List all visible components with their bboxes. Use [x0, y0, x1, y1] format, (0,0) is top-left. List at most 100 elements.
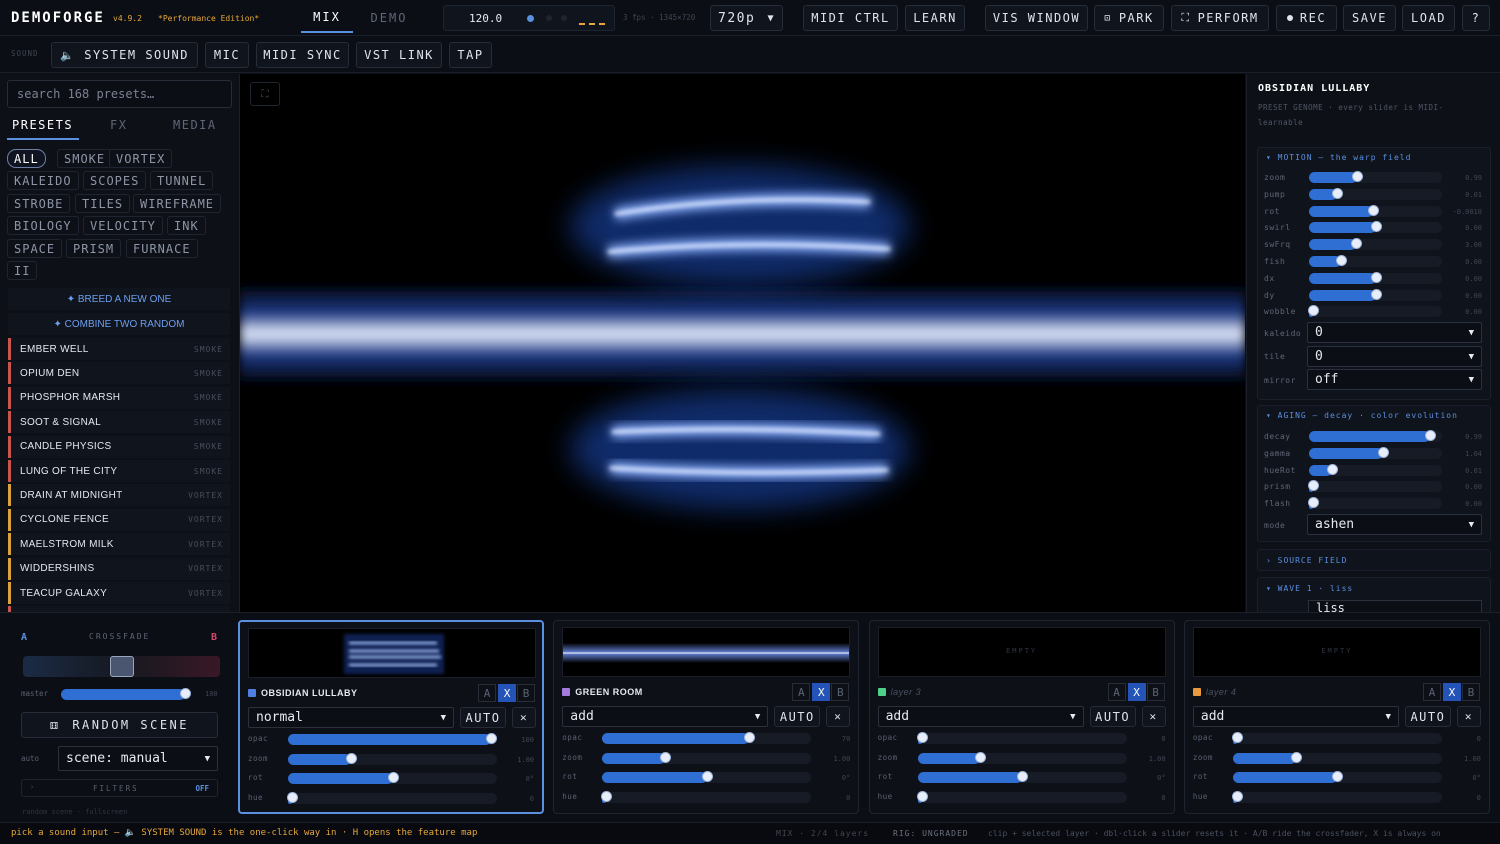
slider-knob[interactable]	[1370, 221, 1382, 233]
blend-select[interactable]: add ▼	[877, 706, 1084, 727]
tile-select[interactable]: 0 ▼	[1307, 346, 1482, 367]
genome-slider[interactable]	[1309, 187, 1442, 200]
perform-button[interactable]: ⛶ PERFORM	[1171, 5, 1269, 31]
tab-demo[interactable]: DEMO	[362, 3, 416, 33]
layer-seg-b-button[interactable]: B	[517, 684, 535, 702]
layer-hue-slider[interactable]	[287, 792, 497, 805]
layer-rot-slider[interactable]	[602, 771, 812, 784]
slider-knob[interactable]	[916, 732, 928, 743]
slider-knob[interactable]	[1331, 187, 1343, 199]
tab-mix[interactable]: MIX	[301, 3, 353, 33]
layer-hue-slider[interactable]	[601, 791, 812, 804]
chip-kaleido[interactable]: KALEIDO	[7, 171, 79, 190]
layer-preview[interactable]: EMPTY	[877, 627, 1166, 677]
crossfader-handle[interactable]	[109, 656, 134, 677]
chip-vortex[interactable]: VORTEX	[109, 149, 173, 168]
search-input[interactable]: search 168 presets…	[7, 80, 232, 108]
layer-card[interactable]: EMPTY layer 3 A X Badd ▼ AUTO ✕ opac 0 zoom 1.00 rot…	[868, 620, 1175, 814]
layer-seg-b-button[interactable]: B	[831, 683, 850, 701]
slider-knob[interactable]	[1232, 791, 1244, 803]
slider-knob[interactable]	[1307, 305, 1319, 317]
preset-item[interactable]: PHOSPHOR MARSH SMOKE	[8, 386, 230, 409]
random-scene-button[interactable]: ⚅ RANDOM SCENE	[21, 712, 218, 738]
close-icon[interactable]: ✕	[1141, 706, 1166, 727]
slider-knob[interactable]	[1326, 463, 1338, 475]
crossfader[interactable]	[23, 656, 220, 677]
layer-seg-b-button[interactable]: B	[1146, 683, 1165, 701]
chip-ii[interactable]: II	[7, 261, 38, 280]
blend-select[interactable]: add ▼	[562, 706, 769, 727]
chip-biology[interactable]: BIOLOGY	[7, 216, 79, 235]
park-button[interactable]: ⊡ PARK	[1094, 5, 1164, 31]
slider-knob[interactable]	[1351, 171, 1363, 182]
genome-slider[interactable]	[1307, 305, 1442, 318]
genome-slider[interactable]	[1309, 204, 1442, 217]
slider-knob[interactable]	[1307, 497, 1319, 509]
layer-seg-a-button[interactable]: A	[1107, 683, 1126, 701]
slider-knob[interactable]	[1370, 271, 1382, 283]
layer-opac-slider[interactable]	[288, 733, 497, 745]
slider-knob[interactable]	[1367, 204, 1379, 216]
layer-zoom-slider[interactable]	[1232, 751, 1442, 764]
motion-header[interactable]: ▾ MOTION — the warp field	[1266, 153, 1411, 162]
system-sound-button[interactable]: 🔈 SYSTEM SOUND	[51, 42, 198, 68]
preset-item[interactable]: CYCLONE FENCE VORTEX	[8, 508, 230, 531]
slider-knob[interactable]	[1350, 238, 1362, 250]
mirror-select[interactable]: off ▼	[1307, 369, 1482, 390]
genome-slider[interactable]	[1309, 288, 1442, 301]
layer-card[interactable]: EMPTY layer 4 A X Badd ▼ AUTO ✕ opac 0 zoom 1.00 rot…	[1183, 620, 1490, 814]
tab-media[interactable]: MEDIA	[173, 118, 217, 132]
preset-item[interactable]: LUNG OF THE CITY SMOKE	[8, 460, 230, 482]
preset-item[interactable]: TEACUP GALAXY VORTEX	[8, 582, 230, 604]
aging-header[interactable]: ▾ AGING — decay · color evolution	[1266, 411, 1458, 420]
preset-item[interactable]: WIDDERSHINS VORTEX	[8, 557, 230, 580]
load-button[interactable]: LOAD	[1402, 5, 1455, 31]
combine-button[interactable]: ✦ COMBINE TWO RANDOM	[8, 313, 230, 335]
layer-hue-slider[interactable]	[916, 791, 1127, 804]
blend-select[interactable]: normal ▼	[248, 707, 454, 728]
blend-select[interactable]: add ▼	[1192, 706, 1399, 727]
genome-slider[interactable]	[1309, 255, 1442, 267]
slider-knob[interactable]	[1290, 751, 1302, 763]
slider-knob[interactable]	[1017, 771, 1029, 783]
preset-item[interactable]: OPIUM DEN SMOKE	[8, 362, 230, 385]
save-button[interactable]: SAVE	[1343, 5, 1396, 31]
chip-tunnel[interactable]: TUNNEL	[150, 171, 214, 190]
midi-sync-button[interactable]: MIDI SYNC	[256, 42, 349, 68]
layer-opac-slider[interactable]	[916, 732, 1127, 744]
slider-knob[interactable]	[601, 791, 613, 803]
layer-rot-slider[interactable]	[288, 772, 497, 785]
preset-item[interactable]: DRAIN AT MIDNIGHT VORTEX	[8, 484, 230, 507]
master-knob[interactable]	[179, 688, 191, 699]
tab-fx[interactable]: FX	[110, 118, 127, 132]
slider-knob[interactable]	[1332, 771, 1344, 783]
tap-button[interactable]: TAP	[449, 42, 492, 68]
chip-tiles[interactable]: TILES	[75, 194, 131, 213]
layer-rot-slider[interactable]	[1232, 771, 1442, 784]
midi-ctrl-button[interactable]: MIDI CTRL	[803, 5, 898, 31]
layer-seg-x-button[interactable]: X	[1127, 683, 1146, 701]
layer-hue-slider[interactable]	[1232, 791, 1442, 804]
chip-space[interactable]: SPACE	[7, 239, 63, 258]
mic-button[interactable]: MIC	[205, 42, 249, 68]
layer-card[interactable]: OBSIDIAN LULLABY A X Bnormal ▼ AUTO ✕ opac 100 zo…	[238, 620, 544, 814]
slider-knob[interactable]	[485, 733, 497, 744]
auto-button[interactable]: AUTO	[1404, 706, 1451, 727]
layer-zoom-slider[interactable]	[917, 751, 1127, 764]
slider-knob[interactable]	[1335, 255, 1347, 266]
wave-type-select[interactable]: liss	[1308, 600, 1482, 612]
slider-knob[interactable]	[701, 771, 713, 783]
chip-furnace[interactable]: FURNACE	[126, 239, 198, 258]
layer-seg-x-button[interactable]: X	[812, 683, 831, 701]
chip-prism[interactable]: PRISM	[66, 239, 122, 258]
layer-opac-slider[interactable]	[602, 732, 812, 744]
slider-knob[interactable]	[975, 751, 987, 763]
expand-icon[interactable]: ⛶	[250, 82, 280, 106]
slider-knob[interactable]	[387, 772, 399, 784]
slider-knob[interactable]	[743, 732, 755, 743]
genome-slider[interactable]	[1307, 480, 1442, 493]
slider-knob[interactable]	[916, 791, 928, 803]
layer-card[interactable]: GREEN ROOM A X Badd ▼ AUTO ✕ opac 70 zoom 1.00 rot 0…	[553, 620, 860, 814]
preset-item[interactable]: CANDLE PHYSICS SMOKE	[8, 435, 230, 458]
resolution-select[interactable]: 720p ▼	[710, 5, 783, 31]
